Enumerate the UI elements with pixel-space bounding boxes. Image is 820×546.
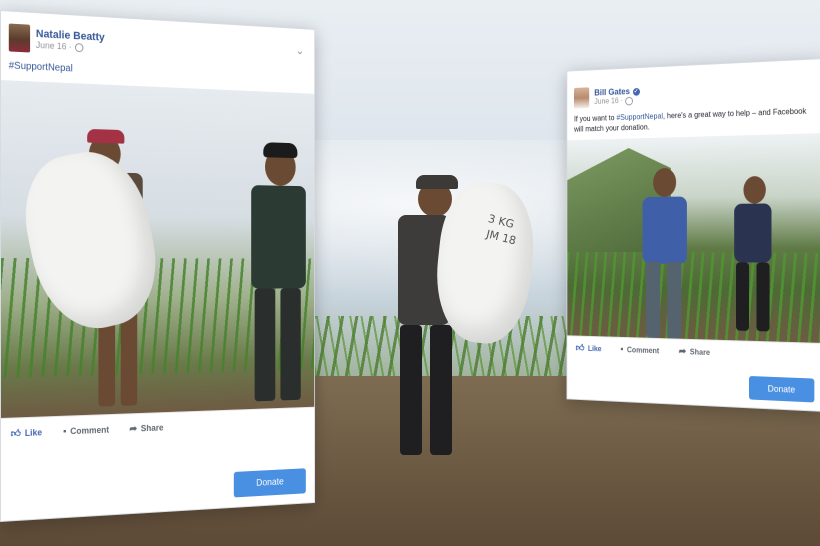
like-button[interactable]: 👍︎ Like [11, 426, 42, 439]
share-arrow-icon: ➦ [129, 423, 138, 435]
comment-button[interactable]: ▪ Comment [63, 424, 109, 437]
globe-icon [625, 96, 634, 106]
hashtag-link[interactable]: #SupportNepal [9, 60, 73, 74]
man-gesturing [618, 165, 706, 343]
like-label: Like [24, 427, 43, 438]
post-date-text: June 16 · [594, 96, 623, 107]
avatar[interactable] [574, 87, 590, 109]
comment-label: Comment [70, 424, 110, 437]
facebook-post-natalie: Natalie Beatty June 16 · ⌄ #SupportNepal [0, 10, 316, 522]
share-arrow-icon: ➦ [678, 345, 687, 357]
share-label: Share [140, 422, 164, 434]
donate-button[interactable]: Donate [233, 468, 306, 498]
post-date[interactable]: June 16 · [594, 96, 639, 107]
thumbs-up-icon: 👍︎ [575, 342, 585, 354]
like-label: Like [587, 343, 602, 353]
share-label: Share [689, 347, 710, 357]
comment-icon: ▪ [620, 343, 624, 355]
post-text-part: If you want to [574, 113, 617, 124]
comment-icon: ▪ [63, 425, 67, 437]
comment-button[interactable]: ▪ Comment [620, 344, 659, 356]
donate-button[interactable]: Donate [748, 375, 815, 403]
verified-badge-icon: ✓ [632, 87, 640, 96]
boy-carrying-sack: 3 KG JM 18 [370, 175, 541, 475]
globe-icon [74, 43, 83, 53]
thumbs-up-icon: 👍︎ [10, 428, 21, 440]
post-photo[interactable] [0, 80, 315, 418]
boy-standing [232, 137, 314, 411]
share-button[interactable]: ➦ Share [129, 422, 163, 434]
chevron-down-icon[interactable]: ⌄ [296, 44, 304, 57]
avatar[interactable] [8, 23, 31, 53]
boy-with-sack [13, 121, 170, 418]
comment-label: Comment [626, 345, 660, 355]
post-date-text: June 16 · [35, 39, 72, 52]
post-photo[interactable] [567, 133, 820, 343]
boy-running [716, 174, 791, 342]
like-button[interactable]: 👍︎ Like [576, 342, 602, 354]
share-button[interactable]: ➦ Share [679, 346, 710, 358]
hashtag-link[interactable]: #SupportNepal [616, 112, 663, 122]
facebook-post-bill-gates: Bill Gates ✓ June 16 · If you want to #Su… [566, 58, 820, 412]
